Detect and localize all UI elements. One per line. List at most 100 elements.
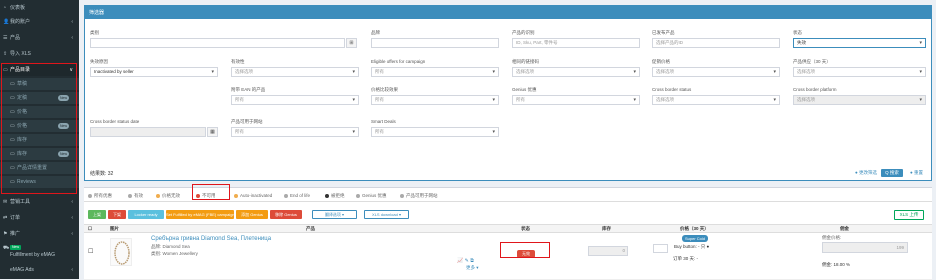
sidebar-subitem-stock-new[interactable]: ▭ 库存 New (0, 148, 79, 160)
tab-label: 被拒绝 (331, 193, 345, 198)
deactivate-button[interactable]: 下架 (108, 210, 126, 219)
sidebar-subitem-stock[interactable]: ▭ 库存 (0, 134, 79, 146)
add-genius-button[interactable]: 添加 Genius (236, 210, 268, 219)
ean-select[interactable]: 所有 (231, 95, 359, 105)
xls-download-dropdown[interactable]: XLS download ▾ (364, 210, 409, 219)
cb-platform-select[interactable]: 选择选项 (793, 95, 926, 105)
calendar-icon[interactable]: ▦ (207, 127, 218, 137)
tab-label: 不可用 (202, 193, 216, 198)
folder-icon: ▭ (10, 81, 15, 87)
tab-website[interactable]: 产品可用于网站 (400, 191, 438, 200)
offer-price-select[interactable]: 选择选项 (652, 67, 780, 77)
sidebar-subitem-final[interactable]: ▭ 定稿 New (0, 92, 79, 104)
select-all-checkbox[interactable]: ☐ (88, 225, 92, 233)
sidebar-item-label: 营销工具 (10, 199, 31, 205)
sidebar-subitem-price-new[interactable]: ▭ 价格 New (0, 120, 79, 132)
validity-label: 有效性 (231, 59, 245, 64)
brand-input[interactable] (371, 38, 499, 48)
related-select[interactable]: 选择选项 (512, 67, 640, 77)
xls-upload-button[interactable]: XLS 上传 (894, 210, 924, 220)
tab-label: 产品可用于网站 (406, 193, 438, 198)
sidebar-subitem-reviews[interactable]: ▭ Reviews (0, 176, 79, 188)
sidebar-item-fulfillment[interactable]: ⛟ New Fulfillment by eMAG (0, 244, 79, 260)
sidebar-item-promotion[interactable]: ⚑ 推广 ‹ (0, 228, 79, 240)
price-comp-select[interactable]: 所有 (371, 95, 499, 105)
locker-ready-button[interactable]: Locker ready (128, 210, 164, 219)
bracelet-image (114, 241, 130, 265)
sidebar-item-ads[interactable]: eMAG Ads ‹ (0, 264, 79, 276)
product-thumbnail[interactable] (110, 238, 132, 266)
validity-select[interactable]: 选择选项 (231, 67, 359, 77)
tab-auto-inactivated[interactable]: Auto-inactivated (234, 191, 272, 200)
translate-options-dropdown[interactable]: 翻译选项 ▾ (312, 210, 357, 219)
sidebar-item-catalog[interactable]: ▭ 产品目录 ∨ (0, 64, 79, 76)
sidebar-item-dashboard[interactable]: ◔ 仪表板 (0, 2, 79, 14)
status-badge: 无效 (517, 250, 535, 258)
sidebar-item-label: 推广 (10, 231, 21, 237)
table-row: ☐ Сребърна гривна Diamond Sea, Плетеница… (84, 234, 932, 280)
chart-icon[interactable]: 📈 (457, 258, 463, 264)
more-dropdown[interactable]: 更多 ▾ (466, 265, 479, 271)
cb-platform-label: Cross border platform (793, 87, 837, 92)
sidebar-subitem-label: 库存 (17, 151, 28, 157)
stock30-select[interactable]: 选择选项 (793, 67, 926, 77)
commission-percent: 佣金: 18.00 % (822, 262, 851, 267)
commission-input[interactable]: 199 (822, 242, 908, 253)
tab-active[interactable]: 有效 (128, 191, 143, 200)
sidebar-item-label: 导入 XLS (10, 51, 31, 57)
smart-select[interactable]: 所有 (371, 127, 499, 137)
sidebar-subitem-drafts[interactable]: ▭ 草稿 (0, 78, 79, 90)
folder-icon: ▭ (10, 165, 15, 171)
status-select[interactable]: 失效 (793, 38, 926, 48)
filter-panel: 筛选器 类别 ⊞ 品牌 产品的识别 ID, Sku, Part, 零件号 已发布… (84, 5, 932, 181)
price-input[interactable] (653, 244, 668, 253)
status-dot-icon (284, 193, 288, 198)
sidebar-item-orders[interactable]: ⇄ 订单 ‹ (0, 212, 79, 224)
linked-input[interactable]: 选择产品的ID (652, 38, 780, 48)
genius-select[interactable]: 所有 (512, 95, 640, 105)
sidebar-subitem-price[interactable]: ▭ 价格 (0, 106, 79, 118)
eligible-select[interactable]: 所有 (371, 67, 499, 77)
sidebar-item-import-xls[interactable]: ⇪ 导入 XLS (0, 48, 79, 60)
fbe-campaign-button[interactable]: Set Fulfilled by eMAG (FBE) campaign (166, 210, 235, 219)
cb-date-input[interactable] (90, 127, 206, 137)
sidebar-item-account[interactable]: 👤我的账户 ‹ (0, 16, 79, 28)
tab-end-of-life[interactable]: End of life (284, 191, 310, 200)
status-dot-icon (196, 193, 200, 198)
reset-link[interactable]: ● 重置 (910, 170, 923, 176)
sidebar-subitem-reset[interactable]: ▭ 产品详情重置 (0, 162, 79, 174)
fulfil-select[interactable]: 所有 (231, 127, 359, 137)
remove-genius-button[interactable]: 移除 Genius (270, 210, 302, 219)
row-checkbox[interactable]: ☐ (88, 248, 93, 255)
folder-icon: ▭ (3, 67, 8, 73)
tab-label: 价格无效 (162, 193, 180, 198)
tab-rejected[interactable]: 被拒绝 (325, 191, 345, 200)
tab-invalid-price[interactable]: 价格无效 (156, 191, 180, 200)
sitemap-icon[interactable]: ⊞ (346, 38, 357, 48)
advanced-filter-link[interactable]: ● 更改筛选 (855, 170, 877, 176)
cb-status-select[interactable]: 选择选项 (652, 95, 780, 105)
sidebar-item-products[interactable]: ☰ 产品 ‹ (0, 32, 79, 44)
stock-input[interactable]: 0 (588, 246, 628, 256)
tab-label: 所有优惠 (94, 193, 112, 198)
folder-icon: ▭ (10, 109, 15, 115)
status-dot-icon (88, 193, 92, 198)
sidebar-item-label: 产品 (10, 35, 21, 41)
tab-genius[interactable]: Genius 优惠 (356, 191, 387, 200)
new-badge: New (10, 245, 22, 251)
tab-unavailable[interactable]: 不可用 (196, 191, 216, 200)
product-id-input[interactable]: ID, Sku, Part, 零件号 (512, 38, 640, 48)
copy-icon[interactable]: ⧉ (470, 258, 474, 264)
folder-icon: ▭ (10, 123, 15, 129)
new-badge: New (57, 123, 69, 129)
col-image: 图片 (110, 226, 119, 231)
product-name-link[interactable]: Сребърна гривна Diamond Sea, Плетеница (151, 236, 271, 242)
category-input[interactable] (90, 38, 345, 48)
tab-all[interactable]: 所有优惠 (88, 191, 112, 200)
search-button[interactable]: Q 搜索 (881, 169, 903, 177)
sidebar-item-label: 仪表板 (10, 5, 26, 11)
edit-icon[interactable]: ✎ (465, 258, 469, 264)
activate-button[interactable]: 上架 (88, 210, 106, 219)
sidebar-item-marketing[interactable]: ✉ 营销工具 ‹ (0, 196, 79, 208)
inactive-reason-select[interactable]: Inactivated by seller (90, 67, 218, 77)
